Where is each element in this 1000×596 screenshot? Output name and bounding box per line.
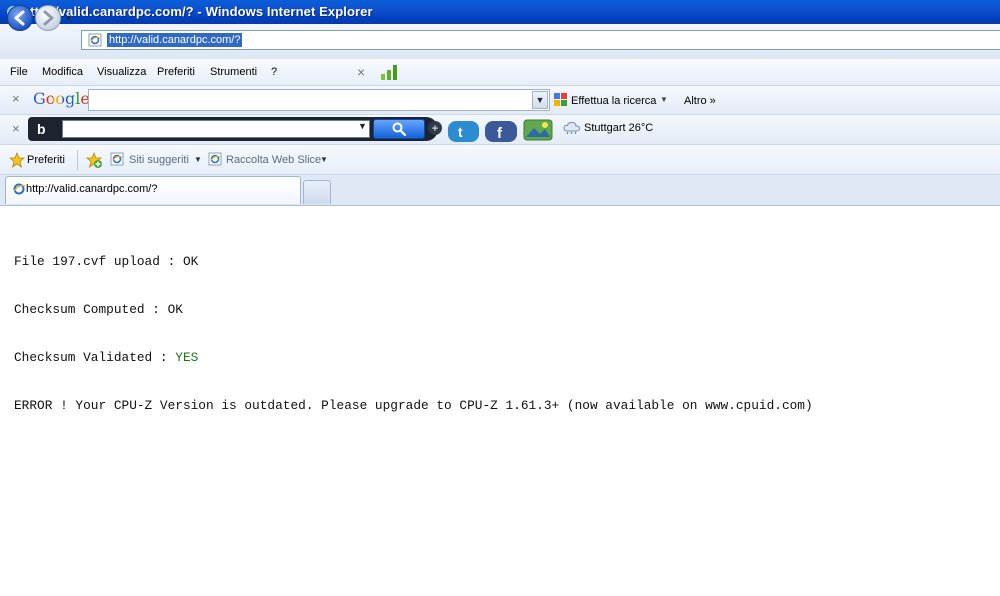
chevron-down-icon[interactable]: ▼: [194, 155, 202, 164]
web-slice-gallery-button[interactable]: Raccolta Web Slice: [226, 154, 321, 166]
suggested-sites-button[interactable]: Siti suggeriti: [129, 154, 189, 166]
google-more-button[interactable]: Altro »: [684, 95, 716, 107]
photo-gallery-icon[interactable]: [521, 117, 555, 143]
new-tab-button[interactable]: [303, 180, 331, 204]
tab-label[interactable]: http://valid.canardpc.com/?: [26, 183, 157, 195]
twitter-icon[interactable]: t: [447, 120, 480, 143]
google-logo: Google: [33, 89, 90, 108]
chevron-down-icon[interactable]: ▼: [660, 95, 668, 104]
address-url[interactable]: http://valid.canardpc.com/?: [107, 33, 243, 47]
status-ok: OK: [167, 302, 183, 317]
ie-page-icon: [110, 152, 124, 166]
window-title: http://valid.canardpc.com/? - Windows In…: [22, 4, 373, 19]
chevron-down-icon[interactable]: ▼: [320, 155, 328, 164]
menu-help[interactable]: ?: [271, 66, 277, 78]
signal-bars-icon: [381, 65, 397, 80]
ie-page-icon: [208, 152, 222, 166]
forward-button[interactable]: [35, 5, 61, 31]
back-arrow-icon: [14, 10, 25, 26]
status-yes: YES: [175, 350, 199, 365]
google-search-input[interactable]: [88, 89, 550, 111]
output-text: Checksum Computed :: [14, 302, 168, 317]
page-icon: [88, 33, 102, 47]
ie-icon: [13, 183, 26, 195]
output-line-checksum-computed: Checksum Computed : OK: [14, 302, 813, 318]
output-line-error: ERROR ! Your CPU-Z Version is outdated. …: [14, 398, 813, 414]
output-line-upload: File 197.cvf upload : OK: [14, 254, 813, 270]
output-text: Checksum Validated :: [14, 350, 176, 365]
close-icon[interactable]: ×: [12, 91, 20, 106]
svg-text:t: t: [458, 124, 463, 140]
menu-preferiti[interactable]: Preferiti: [157, 66, 195, 78]
menu-strumenti[interactable]: Strumenti: [210, 66, 257, 78]
menu-file[interactable]: File: [10, 66, 28, 78]
menu-modifica[interactable]: Modifica: [42, 66, 83, 78]
bing-search-button[interactable]: [373, 119, 425, 139]
weather-cloud-icon: [563, 121, 581, 134]
divider: [77, 150, 78, 170]
chevron-down-icon[interactable]: ▼: [358, 121, 367, 131]
close-icon[interactable]: ×: [12, 121, 20, 136]
output-text: File 197.cvf upload :: [14, 254, 183, 269]
forward-arrow-icon: [43, 10, 54, 26]
recent-pages-dropdown-icon[interactable]: ▼: [64, 13, 73, 23]
output-line-checksum-validated: Checksum Validated : YES: [14, 350, 813, 366]
search-icon: [392, 122, 407, 137]
bing-search-input[interactable]: [62, 120, 370, 138]
plus-icon[interactable]: +: [428, 121, 442, 135]
close-icon[interactable]: ×: [357, 64, 365, 80]
validation-output: File 197.cvf upload : OK Checksum Comput…: [14, 222, 813, 430]
back-button[interactable]: [7, 5, 33, 31]
menu-bar: [0, 59, 1000, 86]
menu-visualizza[interactable]: Visualizza: [97, 66, 146, 78]
favorites-star-icon[interactable]: [9, 152, 25, 168]
bing-logo[interactable]: b: [33, 120, 61, 138]
facebook-icon[interactable]: f: [484, 120, 518, 143]
google-search-icon: [554, 93, 567, 106]
weather-label[interactable]: Stuttgart 26°C: [584, 122, 653, 134]
chevron-down-icon[interactable]: ▼: [532, 91, 548, 109]
add-to-favorites-icon[interactable]: [85, 151, 103, 169]
error-text: ERROR ! Your CPU-Z Version is outdated. …: [14, 398, 813, 413]
google-search-button[interactable]: Effettua la ricerca: [571, 95, 656, 107]
status-ok: OK: [182, 254, 199, 269]
favorites-button[interactable]: Preferiti: [27, 154, 65, 166]
